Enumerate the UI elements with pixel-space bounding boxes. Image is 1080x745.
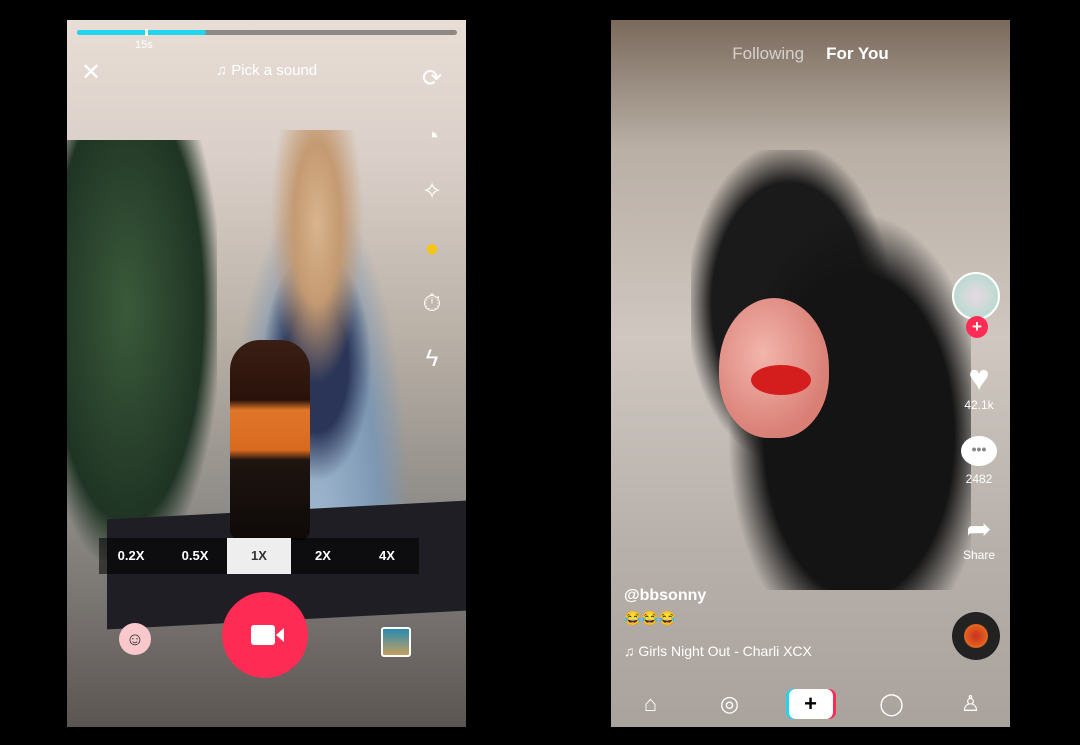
share-button[interactable]: ➦ Share [954,512,1004,562]
comment-bubble-icon: ••• [961,436,997,466]
comment-count: 2482 [965,472,993,486]
pick-sound-button[interactable]: ♫ Pick a sound [67,62,466,79]
speed-option-selected[interactable]: 1X [227,538,291,574]
countdown-timer-icon[interactable]: ⏱ [416,288,448,320]
heart-icon: ♥ [968,357,990,398]
recording-progress-bar [77,29,457,36]
pick-sound-label: Pick a sound [231,62,318,79]
like-button[interactable]: ♥ 42.1k [954,357,1004,413]
beauty-wand-icon[interactable]: ✧ [416,176,448,208]
music-disc-button[interactable] [952,612,1000,660]
disc-cover [964,624,988,648]
username[interactable]: @bbsonny [624,587,706,605]
music-note-icon: ♫ [624,643,639,659]
discover-icon[interactable]: ◎ [710,691,750,717]
like-count: 42.1k [964,398,994,412]
progress-marker [145,29,148,36]
share-label: Share [962,548,996,562]
soda-bottle [230,340,310,540]
tab-following[interactable]: Following [732,44,804,63]
speed-option[interactable]: 0.5X [163,538,227,574]
camera-recorder-screen: 15s ✕ ♫ Pick a sound ⟳ ◔ ✧ ● ⏱ ϟ 0.2X 0.… [67,20,466,727]
bottom-nav: ⌂ ◎ + ◯ ♙ [611,680,1010,727]
caption: 😂😂😂 [624,610,677,626]
home-icon[interactable]: ⌂ [631,691,671,717]
speed-option[interactable]: 0.2X [99,538,163,574]
flip-camera-icon[interactable]: ⟳ [416,63,448,95]
tab-for-you[interactable]: For You [826,44,889,63]
upload-gallery-button[interactable] [381,627,411,657]
video-camera-icon [251,625,284,645]
inbox-icon[interactable]: ◯ [872,691,912,717]
for-you-feed-screen: Following For You + ♥ 42.1k ••• 2482 ➦ Share… [611,20,1010,727]
lips-filter [751,365,811,395]
follow-plus-icon[interactable]: + [966,316,988,338]
music-note-icon: ♫ [215,62,232,79]
share-arrow-icon: ➦ [966,513,992,546]
speed-option[interactable]: 2X [291,538,355,574]
effects-icon[interactable]: ☺ [119,623,151,655]
creator-avatar[interactable] [952,272,1000,320]
background-bush [67,140,217,560]
flash-off-icon[interactable]: ϟ [416,343,448,375]
speed-option[interactable]: 4X [355,538,419,574]
progress-fill [77,30,207,35]
record-button[interactable] [222,592,308,678]
speed-selector: 0.2X 0.5X 1X 2X 4X [99,538,419,574]
comment-button[interactable]: ••• 2482 [954,436,1004,486]
speed-timer-icon[interactable]: ◔ [416,121,448,153]
create-icon[interactable]: + [788,688,833,719]
progress-marker-label: 15s [135,39,153,51]
profile-icon[interactable]: ♙ [951,691,991,717]
filters-icon[interactable]: ● [416,233,448,265]
feed-tabs: Following For You [611,44,1010,64]
song-title: Girls Night Out - Charli XCX [638,643,812,659]
song-link[interactable]: ♫ Girls Night Out - Charli XCX [624,643,812,659]
